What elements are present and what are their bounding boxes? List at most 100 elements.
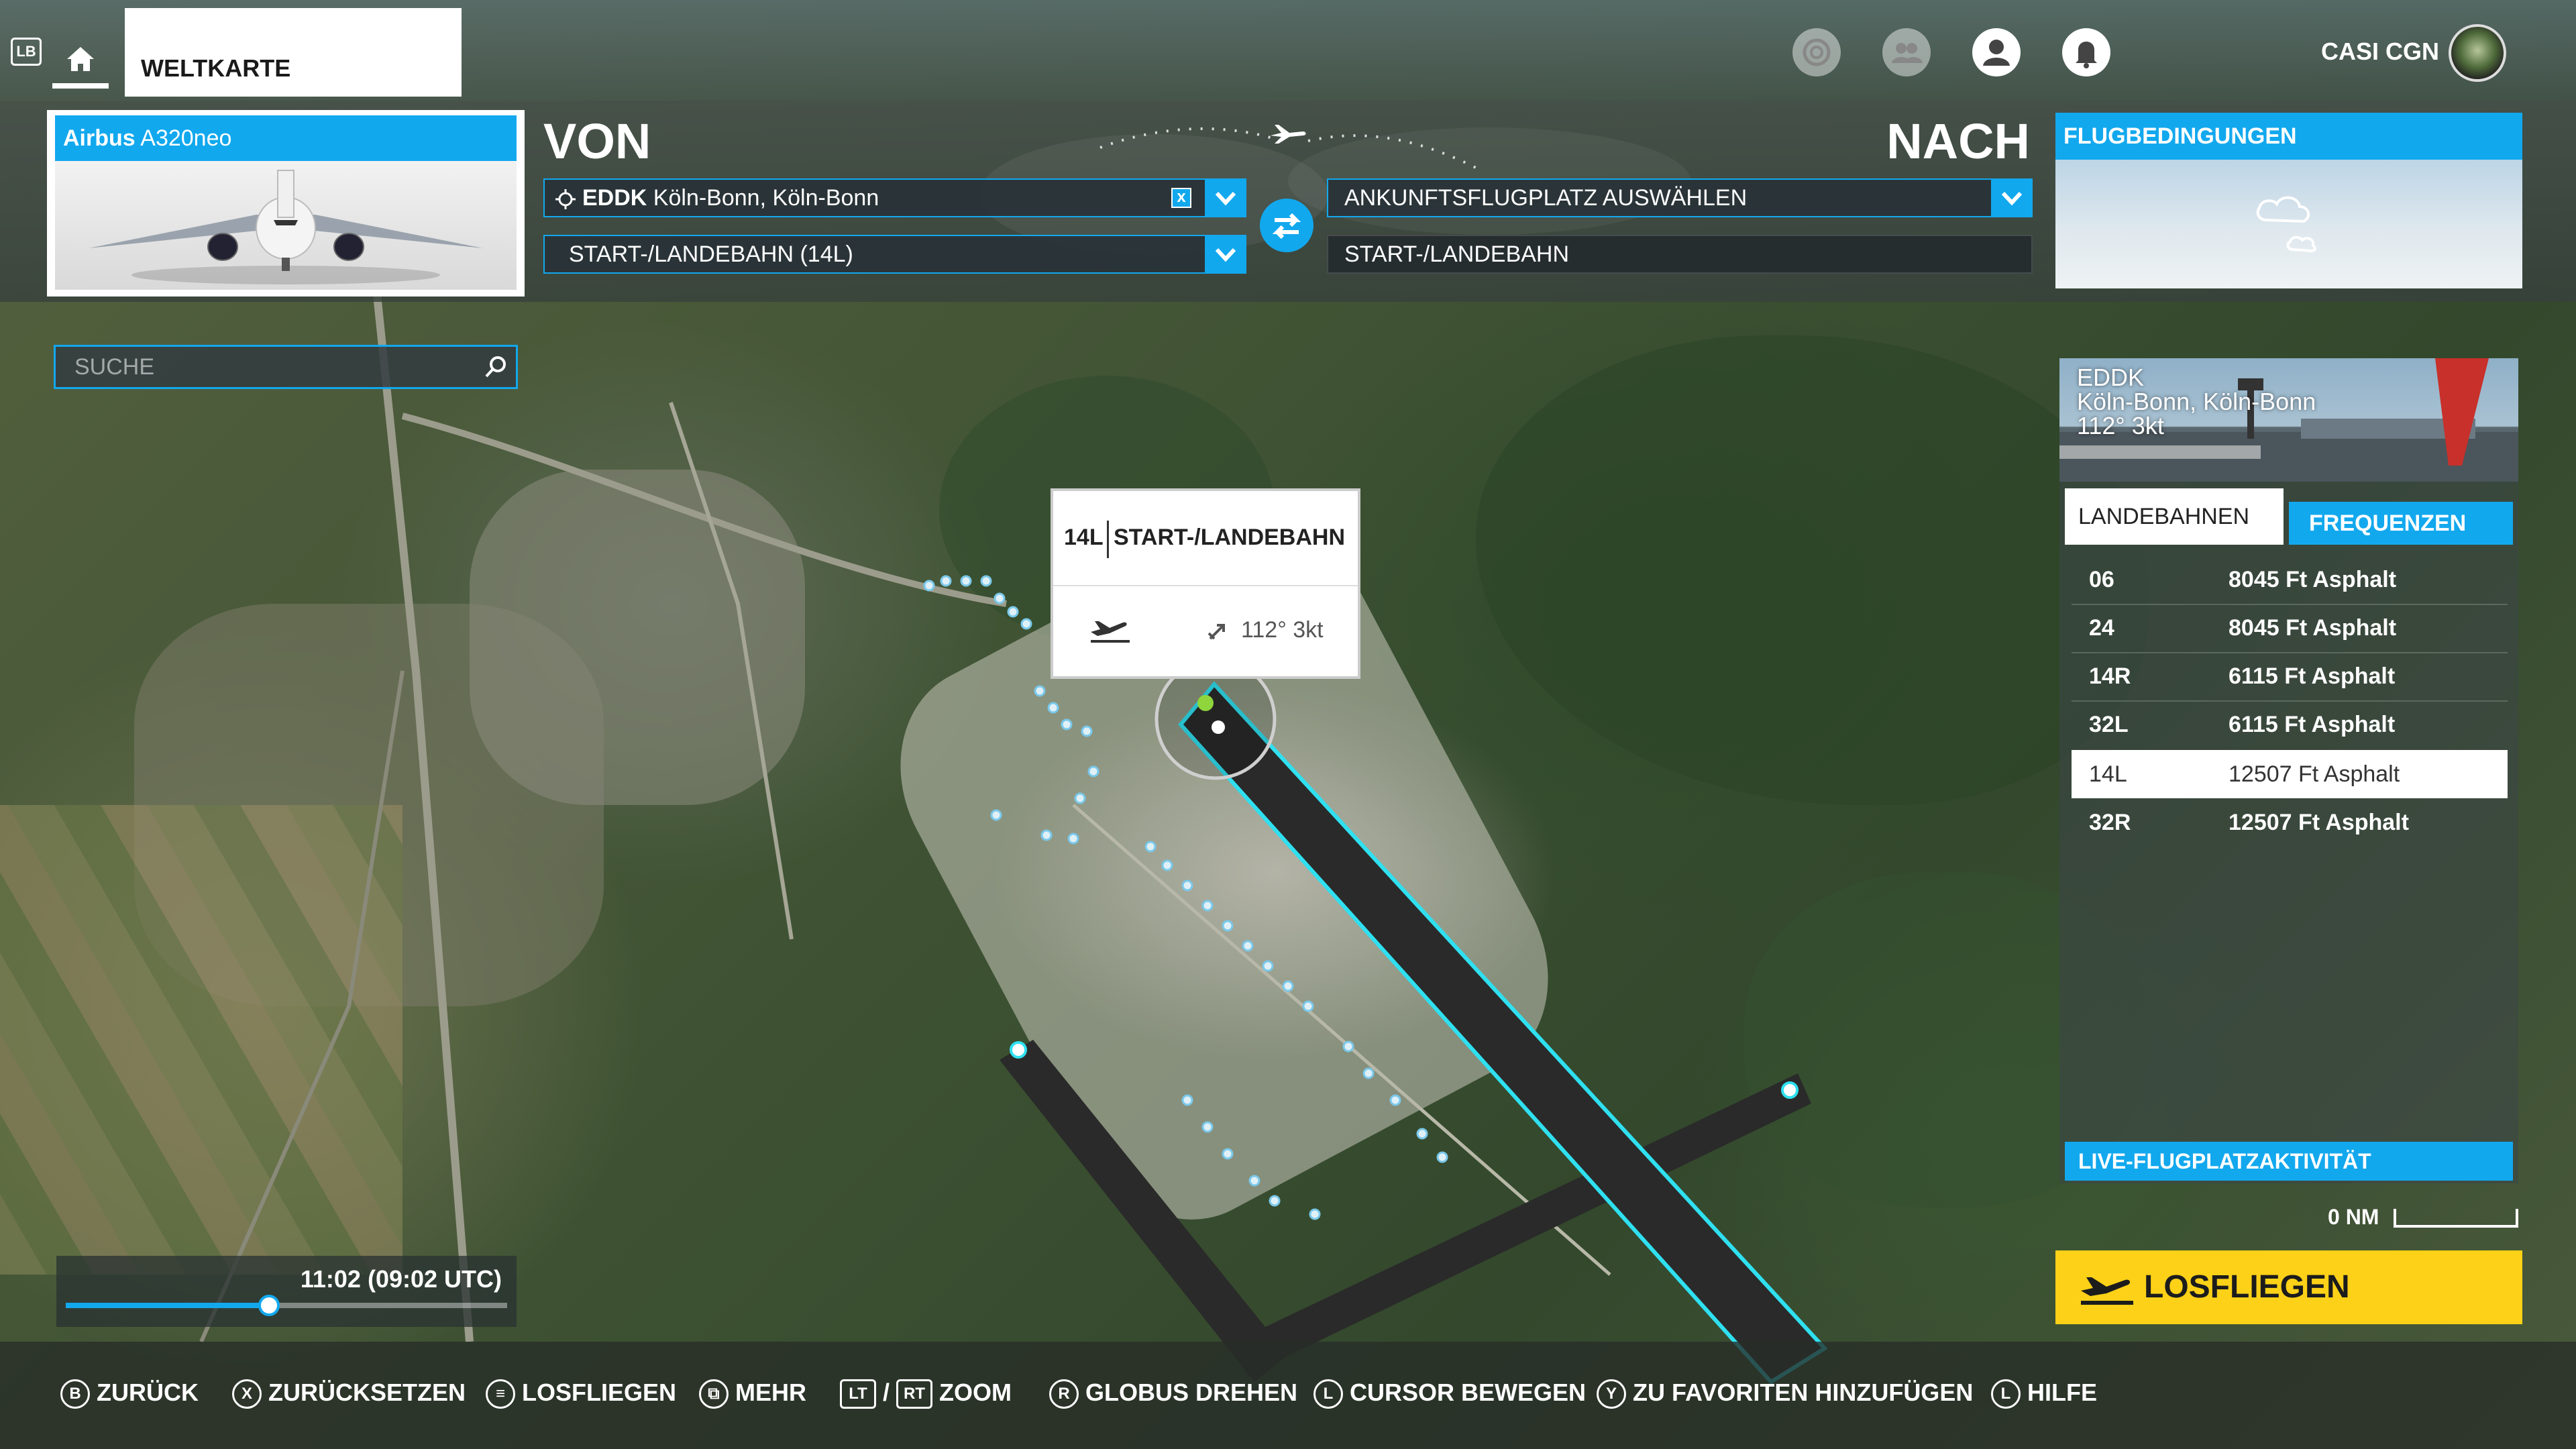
- time-slider-handle[interactable]: [258, 1295, 280, 1316]
- user-name[interactable]: CASI CGN: [2321, 38, 2439, 66]
- runway-14r-32l: [1000, 1040, 1288, 1382]
- takeoff-icon: [2081, 1277, 2133, 1305]
- swap-arrows-icon: [1272, 213, 1301, 239]
- hint-zurück[interactable]: B ZURÜCK: [60, 1374, 199, 1411]
- departure-airport-select[interactable]: EDDK Köln-Bonn, Köln-Bonn x: [543, 178, 1246, 217]
- parking-spot: [923, 580, 935, 592]
- runway-id: 14R: [2089, 663, 2131, 689]
- arrival-dropdown-button[interactable]: [1991, 178, 2033, 217]
- tab-runways[interactable]: LANDEBAHNEN: [2065, 488, 2284, 545]
- arrival-runway-select[interactable]: START-/LANDEBAHN: [1327, 235, 2033, 274]
- runway-row[interactable]: 32R 12507 Ft Asphalt: [2072, 798, 2508, 847]
- search-icon[interactable]: [482, 354, 509, 380]
- runway-desc: 8045 Ft Asphalt: [2229, 615, 2397, 641]
- runway-row-selected[interactable]: 14L 12507 Ft Asphalt: [2072, 750, 2508, 798]
- avatar[interactable]: [2449, 24, 2506, 82]
- departure-runway-select[interactable]: START-/LANDEBAHN (14L): [543, 235, 1246, 274]
- runway-desc: 12507 Ft Asphalt: [2229, 761, 2400, 787]
- runway-row[interactable]: 24 8045 Ft Asphalt: [2072, 604, 2508, 652]
- runway-desc: 8045 Ft Asphalt: [2229, 567, 2397, 592]
- hint-mehr[interactable]: ⧉ MEHR: [699, 1374, 806, 1411]
- hint-label: GLOBUS DREHEN: [1085, 1379, 1298, 1406]
- hint-label: HILFE: [2027, 1379, 2097, 1406]
- search-box[interactable]: [54, 345, 518, 389]
- aircraft-title: Airbus A320neo: [55, 115, 517, 161]
- parking-spot: [990, 809, 1002, 821]
- parking-spot: [1047, 702, 1059, 714]
- hint-globus-drehen[interactable]: R GLOBUS DREHEN: [1049, 1374, 1297, 1411]
- weather-preview: [2055, 160, 2522, 288]
- parking-spot: [960, 575, 972, 587]
- home-tab[interactable]: [52, 27, 109, 89]
- activity-icon[interactable]: [1792, 28, 1841, 76]
- runway-id: 32L: [2089, 712, 2129, 737]
- notification-bell-icon[interactable]: [2062, 28, 2110, 76]
- runway-14l-32r: [1178, 681, 1828, 1385]
- departure-airport-name: Köln-Bonn, Köln-Bonn: [653, 185, 879, 211]
- parking-spot: [1302, 1000, 1314, 1012]
- hint-zoom[interactable]: LT / RT ZOOM: [840, 1374, 1012, 1411]
- runway-threshold-marker: [1212, 720, 1225, 734]
- parking-spot: [1269, 1195, 1281, 1207]
- departure-dropdown-button[interactable]: [1205, 178, 1246, 217]
- airport-header: EDDK Köln-Bonn, Köln-Bonn 112° 3kt: [2059, 358, 2518, 482]
- departure-airport-code: EDDK: [582, 185, 647, 211]
- arrival-airport-select[interactable]: ANKUNFTSFLUGPLATZ AUSWÄHLEN: [1327, 178, 2033, 217]
- fly-button[interactable]: LOSFLIEGEN: [2055, 1250, 2522, 1324]
- aircraft-brand: Airbus: [63, 125, 136, 151]
- right-stick-icon: R: [1049, 1379, 1079, 1409]
- departure-position-marker: [1197, 695, 1214, 711]
- runway-row[interactable]: 32L 6115 Ft Asphalt: [2072, 700, 2508, 749]
- parking-spot: [1040, 829, 1053, 841]
- runway-row[interactable]: 14R 6115 Ft Asphalt: [2072, 652, 2508, 700]
- trigger-buttons-icon-2: RT: [896, 1379, 933, 1409]
- friends-icon[interactable]: [1882, 28, 1931, 76]
- chevron-down-icon: [1215, 191, 1236, 206]
- highway: [372, 281, 474, 1342]
- time-slider-fill: [66, 1303, 269, 1308]
- parking-spot: [1181, 879, 1193, 892]
- parking-spot: [1222, 1148, 1234, 1160]
- view-button-icon: ⧉: [699, 1379, 729, 1409]
- parking-spot: [1161, 859, 1173, 871]
- hint-losfliegen[interactable]: ≡ LOSFLIEGEN: [486, 1374, 676, 1411]
- hint-hilfe[interactable]: L HILFE: [1991, 1374, 2097, 1411]
- clear-departure-button[interactable]: x: [1171, 188, 1191, 208]
- live-airport-activity-button[interactable]: LIVE-FLUGPLATZAKTIVITÄT: [2065, 1142, 2513, 1181]
- lb-button-icon[interactable]: LB: [11, 38, 42, 66]
- departure-runway-dropdown-button[interactable]: [1205, 235, 1246, 274]
- departure-label: VON: [543, 113, 651, 169]
- parking-spot: [1248, 1175, 1260, 1187]
- swap-airports-button[interactable]: [1260, 199, 1313, 252]
- parking-spot: [1061, 718, 1073, 731]
- runway-tooltip[interactable]: 14L START-/LANDEBAHN 112° 3kt: [1051, 488, 1360, 679]
- parking-spot: [1436, 1151, 1448, 1163]
- departure-runway-value: START-/LANDEBAHN (14L): [569, 241, 853, 267]
- runway-end-marker: [1781, 1081, 1799, 1099]
- chevron-down-icon: [1215, 248, 1236, 262]
- y-button-icon: Y: [1597, 1379, 1626, 1409]
- parking-spot: [1262, 960, 1274, 972]
- hint-label: ZURÜCK: [97, 1379, 199, 1406]
- runway-desc: 6115 Ft Asphalt: [2229, 712, 2396, 737]
- hint-zu-favoriten-hinzufügen[interactable]: Y ZU FAVORITEN HINZUFÜGEN: [1597, 1374, 1973, 1411]
- parking-spot: [1201, 1121, 1214, 1133]
- runway-row[interactable]: 06 8045 Ft Asphalt: [2072, 555, 2508, 604]
- map-scale-label: 0 NM: [2328, 1205, 2379, 1229]
- parking-spot: [1362, 1067, 1375, 1079]
- hint-cursor-bewegen[interactable]: L CURSOR BEWEGEN: [1313, 1374, 1586, 1411]
- parking-spot: [1309, 1208, 1321, 1220]
- tab-frequencies[interactable]: FREQUENZEN: [2289, 502, 2513, 545]
- profile-icon[interactable]: [1972, 28, 2021, 76]
- tab-weltkarte[interactable]: WELTKARTE: [125, 8, 462, 97]
- flight-conditions-card[interactable]: FLUGBEDINGUNGEN: [2055, 113, 2522, 288]
- hint-label: ZU FAVORITEN HINZUFÜGEN: [1633, 1379, 1974, 1406]
- time-slider-track[interactable]: [66, 1295, 507, 1316]
- fly-button-label: LOSFLIEGEN: [2144, 1269, 2350, 1305]
- aircraft-card[interactable]: Airbus A320neo: [47, 110, 525, 297]
- arrival-label: NACH: [1886, 113, 2030, 169]
- search-input[interactable]: [56, 347, 472, 387]
- highway: [401, 413, 1007, 607]
- parking-spot: [1389, 1094, 1401, 1106]
- hint-zurücksetzen[interactable]: X ZURÜCKSETZEN: [232, 1374, 466, 1411]
